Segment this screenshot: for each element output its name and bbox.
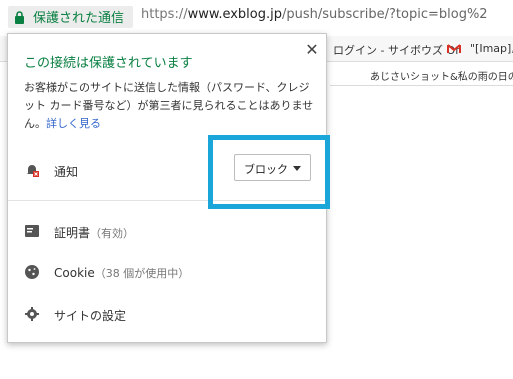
url-host: www.exblog.jp <box>187 7 282 22</box>
cookie-label: Cookie <box>54 266 95 280</box>
certificate-label: 証明書 <box>54 226 91 240</box>
bookmark-cybozu[interactable]: ログイン - サイボウズ Of <box>333 42 459 58</box>
notification-label: 通知 <box>54 165 79 179</box>
bell-blocked-icon <box>27 165 39 177</box>
certificate-status: （有効） <box>90 227 135 240</box>
url-text[interactable]: https://www.exblog.jp/push/subscribe/?to… <box>141 7 488 22</box>
url-scheme: https:// <box>141 7 188 22</box>
page-tab-title[interactable]: あじさいショット&私の雨の日の <box>370 68 513 83</box>
highlight-annotation <box>208 135 330 209</box>
site-settings-link[interactable]: サイトの設定 <box>54 307 126 324</box>
certificate-icon <box>25 225 39 237</box>
secure-connection-label: 保護された通信 <box>33 11 125 26</box>
popup-description: お客様がこのサイトに送信した情報（パスワード、クレジット カード番号など）が第三… <box>24 79 320 133</box>
details-link[interactable]: 詳しく見る <box>46 117 101 130</box>
popup-title: この接続は保護されています <box>24 56 193 71</box>
gmail-icon <box>447 44 461 53</box>
cookie-icon <box>25 265 39 279</box>
cookie-status: （38 個が使用中） <box>94 267 190 280</box>
url-path: /push/subscribe/?topic=blog%2 <box>281 7 488 22</box>
certificate-row[interactable]: 証明書（有効） <box>54 224 134 241</box>
bookmark-imap[interactable]: "[Imap], <box>470 42 513 55</box>
close-icon[interactable]: ✕ <box>304 42 320 58</box>
lock-icon <box>15 11 24 24</box>
address-bar[interactable]: 保護された通信 https://www.exblog.jp/push/subsc… <box>0 0 513 35</box>
gear-icon <box>25 307 39 321</box>
cookie-row[interactable]: Cookie（38 個が使用中） <box>54 265 189 281</box>
